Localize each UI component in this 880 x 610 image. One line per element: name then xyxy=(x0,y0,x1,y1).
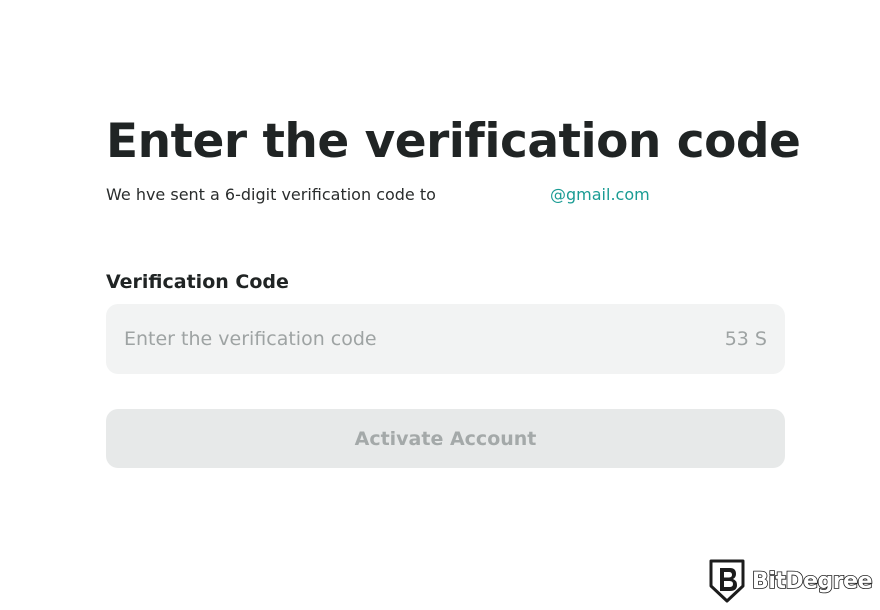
verification-code-input[interactable] xyxy=(106,304,666,374)
page-title: Enter the verification code xyxy=(106,114,801,169)
bitdegree-shield-logo-icon xyxy=(709,559,745,603)
email-address: @gmail.com xyxy=(550,185,650,204)
verification-code-label: Verification Code xyxy=(106,271,289,293)
bitdegree-wordmark: BitDegree xyxy=(751,568,873,595)
resend-countdown: 53 S xyxy=(724,328,767,350)
verification-page: Enter the verification code We hve sent … xyxy=(106,112,801,468)
subtitle: We hve sent a 6-digit verification code … xyxy=(106,182,785,208)
verification-code-field[interactable]: 53 S xyxy=(106,304,785,374)
bitdegree-watermark: BitDegree xyxy=(708,558,873,604)
activate-account-button[interactable]: Activate Account xyxy=(106,409,785,468)
subtitle-text: We hve sent a 6-digit verification code … xyxy=(106,185,436,204)
